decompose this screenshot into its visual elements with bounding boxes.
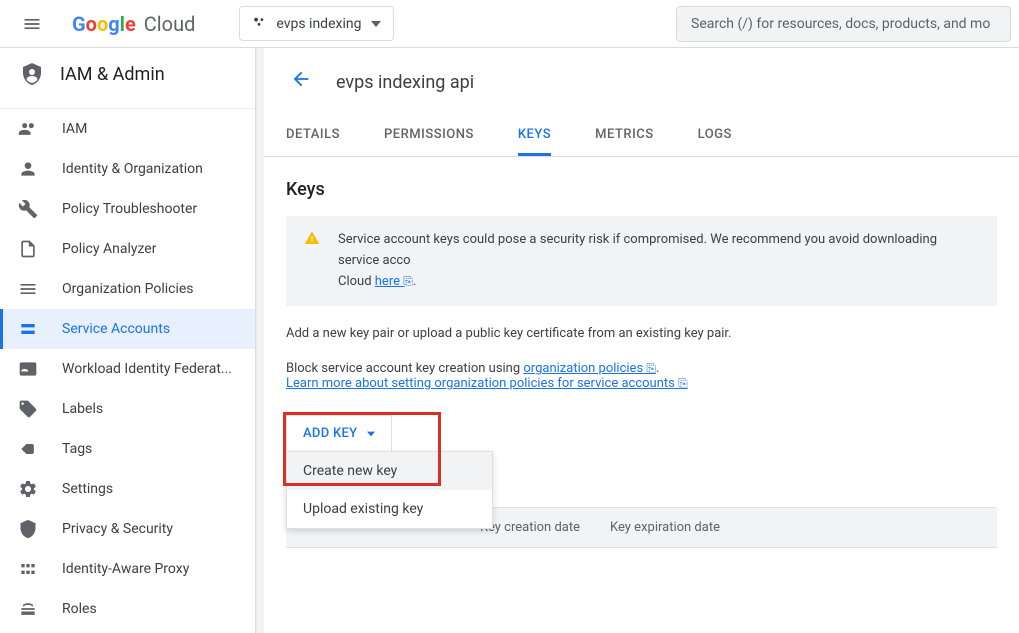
- sidebar-item-org-policies[interactable]: Organization Policies: [0, 269, 255, 309]
- sidebar-item-identity-org[interactable]: Identity & Organization: [0, 149, 255, 189]
- iam-shield-icon: [20, 62, 44, 86]
- warning-text-2: Cloud: [338, 274, 375, 289]
- dropdown-arrow-icon: [367, 430, 375, 438]
- sidebar-item-settings[interactable]: Settings: [0, 469, 255, 509]
- col-creation-date: Key creation date: [480, 520, 610, 535]
- sidebar-item-policy-analyzer[interactable]: Policy Analyzer: [0, 229, 255, 269]
- external-link-icon: ⎘: [646, 361, 656, 375]
- project-picker[interactable]: evps indexing: [239, 6, 394, 41]
- section-title: IAM & Admin: [60, 64, 165, 85]
- page-title: evps indexing api: [336, 72, 474, 93]
- sidebar-item-roles[interactable]: Roles: [0, 589, 255, 629]
- wrench-icon: [18, 199, 38, 219]
- tab-metrics[interactable]: Metrics: [595, 116, 653, 156]
- sidebar-item-identity-aware-proxy[interactable]: Identity-Aware Proxy: [0, 549, 255, 589]
- google-cloud-logo[interactable]: Google Cloud: [72, 12, 195, 36]
- upload-existing-key-option[interactable]: Upload existing key: [287, 490, 492, 528]
- hamburger-menu-button[interactable]: [8, 0, 56, 48]
- menu-icon: [22, 14, 42, 34]
- list-icon: [18, 279, 38, 299]
- shield-icon: [18, 519, 38, 539]
- external-link-icon: ⎘: [678, 376, 688, 390]
- person-icon: [18, 159, 38, 179]
- sidebar-item-tags[interactable]: Tags: [0, 429, 255, 469]
- add-key-dropdown: Create new key Upload existing key: [286, 451, 493, 529]
- tab-bar: Details Permissions Keys Metrics Logs: [264, 116, 1019, 157]
- tab-keys[interactable]: Keys: [518, 116, 551, 156]
- roles-icon: [18, 599, 38, 619]
- warning-here-link[interactable]: here ⎘: [375, 274, 413, 289]
- keys-heading: Keys: [286, 179, 997, 200]
- dropdown-arrow-icon: [371, 19, 381, 29]
- sidebar-item-iam[interactable]: IAM: [0, 109, 255, 149]
- warning-text-1: Service account keys could pose a securi…: [338, 232, 937, 268]
- block-text: Block service account key creation using: [286, 361, 523, 376]
- arrow-left-icon: [290, 68, 312, 90]
- tab-logs[interactable]: Logs: [698, 116, 732, 156]
- warning-icon: [304, 230, 320, 292]
- tag-icon: [18, 439, 38, 459]
- sidebar: IAM & Admin IAM Identity & Organization …: [0, 48, 256, 633]
- main-content: evps indexing api Details Permissions Ke…: [264, 48, 1019, 633]
- people-icon: [18, 119, 38, 139]
- org-policies-link[interactable]: organization policies ⎘: [523, 361, 656, 376]
- proxy-icon: [18, 559, 38, 579]
- add-key-description: Add a new key pair or upload a public ke…: [286, 326, 997, 341]
- col-expiration-date: Key expiration date: [610, 520, 770, 535]
- external-link-icon: ⎘: [403, 274, 413, 288]
- learn-more-link[interactable]: Learn more about setting organization po…: [286, 376, 688, 391]
- project-name: evps indexing: [276, 16, 361, 32]
- tab-permissions[interactable]: Permissions: [384, 116, 474, 156]
- sidebar-item-labels[interactable]: Labels: [0, 389, 255, 429]
- label-icon: [18, 399, 38, 419]
- top-bar: Google Cloud evps indexing Search (/) fo…: [0, 0, 1019, 48]
- id-card-icon: [18, 359, 38, 379]
- tab-details[interactable]: Details: [286, 116, 340, 156]
- back-button[interactable]: [286, 64, 316, 100]
- project-icon: [252, 14, 266, 33]
- search-input[interactable]: Search (/) for resources, docs, products…: [676, 6, 1011, 42]
- sidebar-item-policy-troubleshooter[interactable]: Policy Troubleshooter: [0, 189, 255, 229]
- section-header: IAM & Admin: [0, 48, 255, 108]
- document-search-icon: [18, 239, 38, 259]
- create-new-key-option[interactable]: Create new key: [287, 452, 492, 490]
- gear-icon: [18, 479, 38, 499]
- sidebar-scrollbar[interactable]: [256, 48, 264, 633]
- sidebar-item-workload-identity[interactable]: Workload Identity Federat...: [0, 349, 255, 389]
- sidebar-item-service-accounts[interactable]: Service Accounts: [0, 309, 255, 349]
- add-key-button[interactable]: ADD KEY: [286, 415, 392, 451]
- warning-banner: Service account keys could pose a securi…: [286, 216, 997, 306]
- service-account-icon: [18, 319, 38, 339]
- sidebar-item-privacy-security[interactable]: Privacy & Security: [0, 509, 255, 549]
